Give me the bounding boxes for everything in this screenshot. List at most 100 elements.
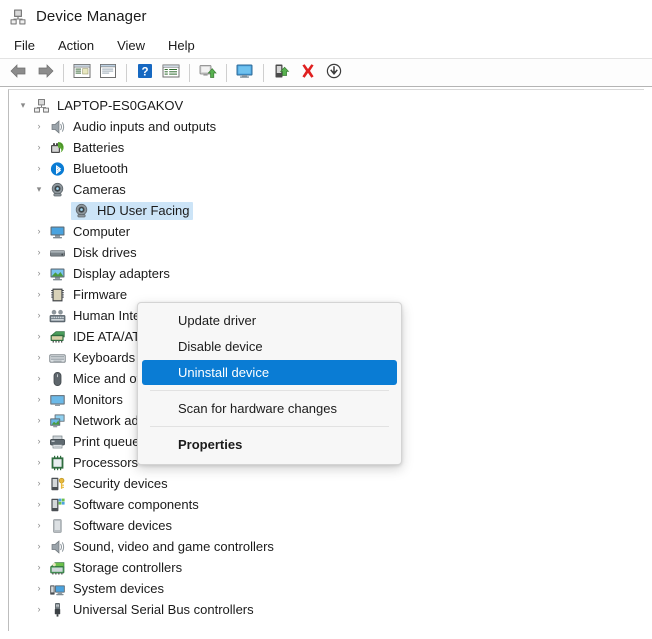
tree-node-display-adapters[interactable]: › Display adapters — [9, 263, 644, 284]
chevron-right-icon[interactable]: › — [31, 542, 47, 551]
tree-node-label: Bluetooth — [73, 160, 128, 176]
chevron-right-icon[interactable]: › — [31, 227, 47, 236]
tree-node-storage-controllers[interactable]: › Storage controllers — [9, 557, 644, 578]
speaker-icon — [49, 119, 66, 135]
ctx-properties[interactable]: Properties — [142, 432, 397, 457]
chevron-right-icon[interactable]: › — [31, 458, 47, 467]
toolbar-disable-device-button[interactable] — [321, 61, 347, 85]
chevron-right-icon[interactable]: › — [31, 248, 47, 257]
tree-node-hd-user-facing[interactable]: HD User Facing — [9, 200, 644, 221]
toolbar-back-button[interactable] — [6, 61, 32, 85]
device-manager-icon — [9, 8, 27, 26]
tree-node-label: Audio inputs and outputs — [73, 118, 217, 134]
svg-text:?: ? — [141, 66, 148, 78]
chevron-right-icon[interactable]: › — [31, 311, 47, 320]
chevron-right-icon[interactable]: › — [31, 353, 47, 362]
chevron-right-icon[interactable]: › — [31, 290, 47, 299]
tree-node-security-devices[interactable]: › Security devices — [9, 473, 644, 494]
chevron-right-icon[interactable]: › — [31, 395, 47, 404]
tree-node-label: Software components — [73, 496, 199, 512]
tree-node-batteries[interactable]: › Batteries — [9, 137, 644, 158]
device-manager-window: Device Manager File Action View Help ? ▾… — [0, 0, 652, 639]
tree-node-label: System devices — [73, 580, 165, 596]
chevron-right-icon[interactable]: › — [31, 521, 47, 530]
tree-node-audio-inputs-and-outputs[interactable]: › Audio inputs and outputs — [9, 116, 644, 137]
tree-node-software-components[interactable]: › Software components — [9, 494, 644, 515]
context-menu-separator — [150, 390, 389, 391]
tree-node-laptop-es0gakov[interactable]: ▾ LAPTOP-ES0GAKOV — [9, 95, 644, 116]
toolbar-console-tree-button[interactable] — [69, 61, 95, 85]
chevron-right-icon[interactable]: › — [31, 563, 47, 572]
toolbar-update-driver-button[interactable] — [195, 61, 221, 85]
tree-node-disk-drives[interactable]: › Disk drives — [9, 242, 644, 263]
tree-node-label: Cameras — [73, 181, 126, 197]
chevron-right-icon[interactable]: › — [31, 374, 47, 383]
details-view-icon — [162, 63, 180, 82]
system-device-icon — [49, 581, 66, 597]
tree-node-label: Sound, video and game controllers — [73, 538, 274, 554]
toolbar-forward-button[interactable] — [32, 61, 58, 85]
menu-bar: File Action View Help — [0, 33, 652, 58]
title-bar: Device Manager — [0, 0, 652, 33]
software-device-icon — [49, 518, 66, 534]
display-adapter-icon — [49, 266, 66, 282]
tree-node-label: Print queues — [73, 433, 146, 449]
usb-icon — [49, 602, 66, 618]
chevron-right-icon[interactable]: › — [31, 500, 47, 509]
update-driver-icon — [198, 63, 218, 82]
toolbar-separator — [263, 63, 264, 82]
menu-view[interactable]: View — [112, 36, 155, 56]
security-device-icon — [49, 476, 66, 492]
enable-device-icon — [273, 63, 291, 82]
toolbar-scan-hardware-button[interactable] — [232, 61, 258, 85]
chevron-right-icon[interactable]: › — [31, 416, 47, 425]
tree-node-system-devices[interactable]: › System devices — [9, 578, 644, 599]
chevron-right-icon[interactable]: › — [31, 143, 47, 152]
tree-node-cameras[interactable]: ▾ Cameras — [9, 179, 644, 200]
ctx-uninstall-device[interactable]: Uninstall device — [142, 360, 397, 385]
chevron-right-icon[interactable]: › — [31, 584, 47, 593]
device-context-menu[interactable]: Update driver Disable device Uninstall d… — [137, 302, 402, 465]
chevron-down-icon[interactable]: ▾ — [15, 101, 31, 110]
tree-node-computer[interactable]: › Computer — [9, 221, 644, 242]
device-tree-panel[interactable]: ▾ LAPTOP-ES0GAKOV › Audio inputs and out… — [8, 89, 644, 631]
uninstall-device-icon — [299, 63, 317, 82]
toolbar-help-button[interactable]: ? — [132, 61, 158, 85]
chevron-right-icon[interactable]: › — [31, 332, 47, 341]
monitor-icon — [49, 392, 66, 408]
tree-node-universal-serial-bus-controllers[interactable]: › Universal Serial Bus controllers — [9, 599, 644, 620]
ctx-disable-device[interactable]: Disable device — [142, 334, 397, 359]
tree-node-label: LAPTOP-ES0GAKOV — [57, 97, 184, 113]
ctx-scan-for-hardware-changes[interactable]: Scan for hardware changes — [142, 396, 397, 421]
menu-file[interactable]: File — [9, 36, 45, 56]
tree-node-label: Keyboards — [73, 349, 136, 365]
ctx-update-driver[interactable]: Update driver — [142, 308, 397, 333]
chevron-right-icon[interactable]: › — [31, 437, 47, 446]
chevron-right-icon[interactable]: › — [31, 122, 47, 131]
context-menu-separator — [150, 426, 389, 427]
tree-node-label: Monitors — [73, 391, 123, 407]
keyboard-icon — [49, 350, 66, 366]
storage-controller-icon — [49, 560, 66, 576]
tree-node-label: Security devices — [73, 475, 168, 491]
toolbar-properties-button[interactable] — [95, 61, 121, 85]
chevron-right-icon[interactable]: › — [31, 479, 47, 488]
toolbar-details-view-button[interactable] — [158, 61, 184, 85]
tree-node-sound-video-and-game-controllers[interactable]: › Sound, video and game controllers — [9, 536, 644, 557]
toolbar-separator — [126, 63, 127, 82]
chevron-right-icon[interactable]: › — [31, 269, 47, 278]
chevron-down-icon[interactable]: ▾ — [31, 185, 47, 194]
tree-node-label: Computer — [73, 223, 131, 239]
menu-help[interactable]: Help — [163, 36, 205, 56]
menu-action[interactable]: Action — [53, 36, 104, 56]
chevron-right-icon[interactable]: › — [31, 164, 47, 173]
tree-node-software-devices[interactable]: › Software devices — [9, 515, 644, 536]
firmware-icon — [49, 287, 66, 303]
tree-node-bluetooth[interactable]: › Bluetooth — [9, 158, 644, 179]
processor-icon — [49, 455, 66, 471]
chevron-right-icon[interactable]: › — [31, 605, 47, 614]
toolbar-enable-device-button[interactable] — [269, 61, 295, 85]
toolbar-uninstall-device-button[interactable] — [295, 61, 321, 85]
tree-node-label: Storage controllers — [73, 559, 183, 575]
scan-hardware-changes-icon — [235, 63, 255, 82]
